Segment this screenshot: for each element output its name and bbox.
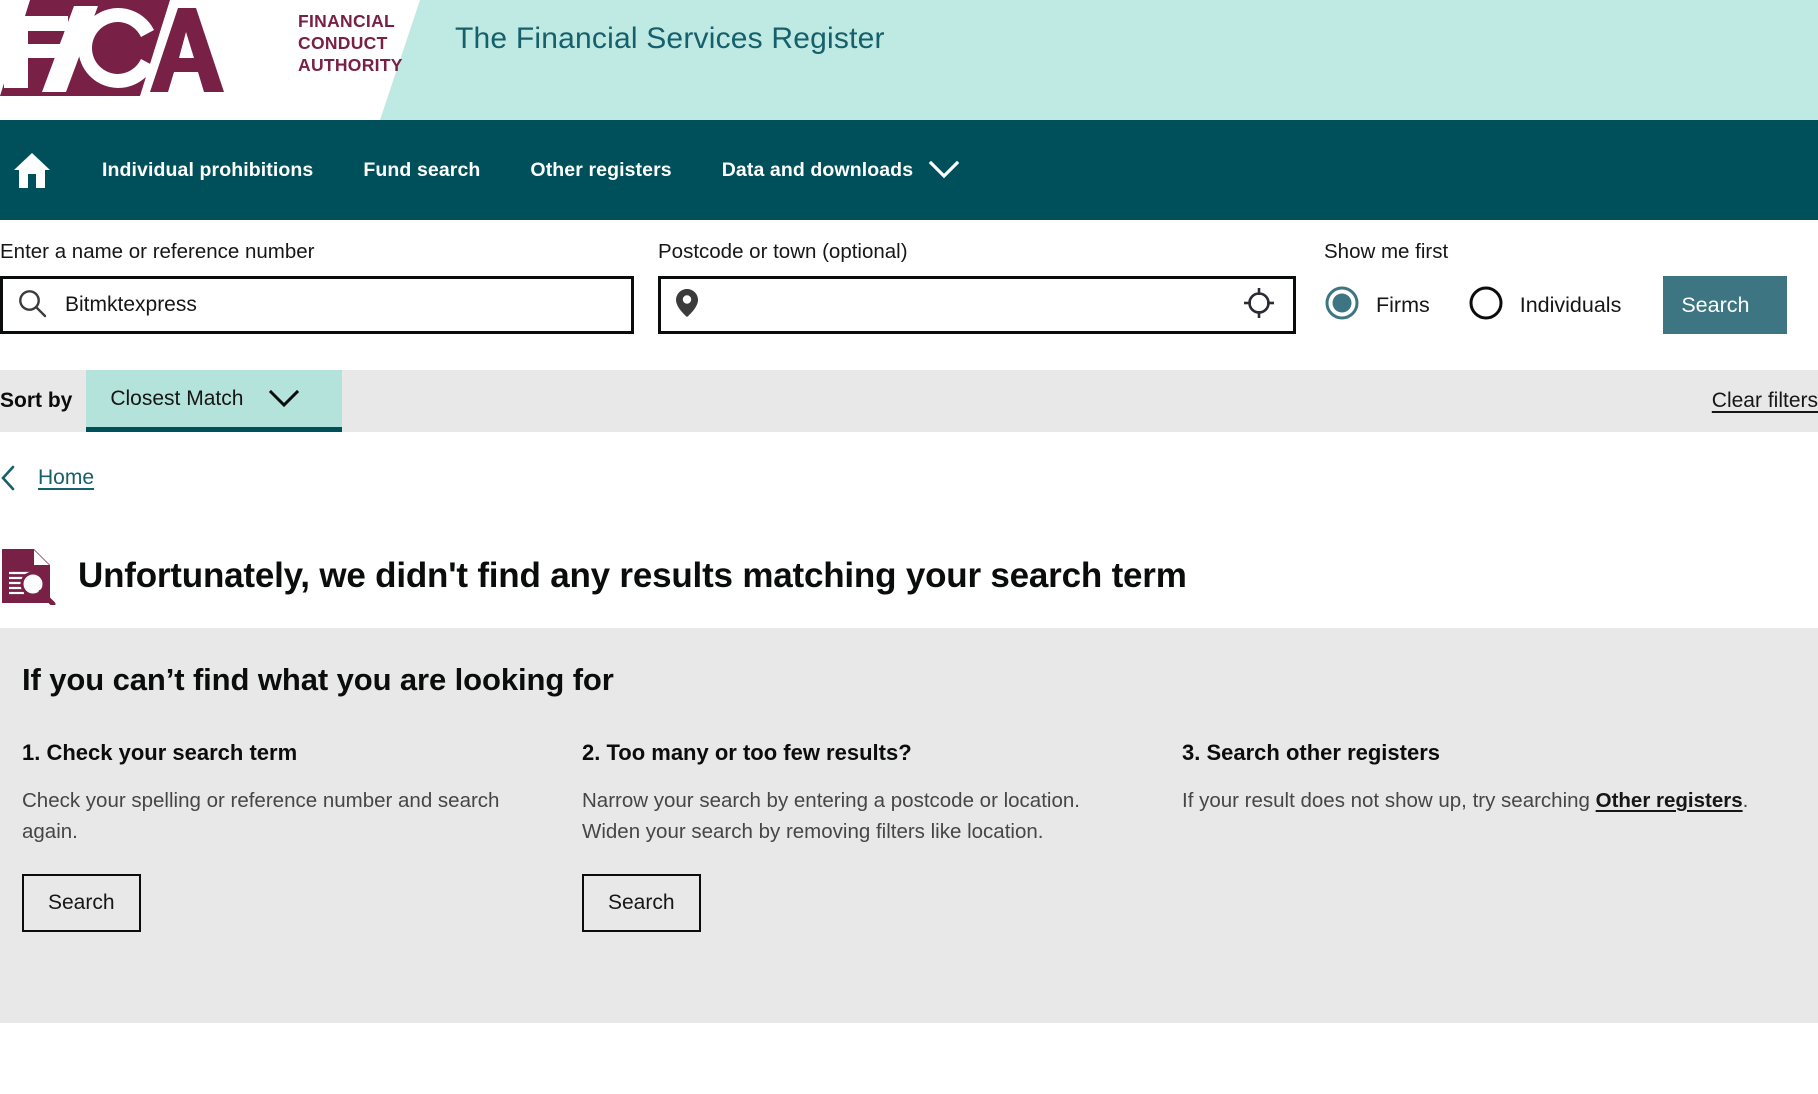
main-navigation: Individual prohibitions Fund search Othe… (0, 120, 1818, 220)
nav-item-label: Data and downloads (721, 158, 914, 181)
nav-item-data-and-downloads[interactable]: Data and downloads (721, 158, 960, 182)
map-pin-icon (675, 288, 699, 323)
radio-individuals[interactable]: Individuals (1468, 285, 1622, 326)
location-input[interactable] (658, 276, 1296, 334)
fca-logo-mark (0, 0, 224, 96)
clear-filters-link[interactable]: Clear filters (1712, 370, 1818, 432)
search-form: Enter a name or reference number Bitmkte… (0, 220, 1818, 370)
search-submit-button[interactable]: Search (1663, 276, 1788, 334)
location-field-group: Postcode or town (optional) (658, 240, 1296, 334)
sort-by-selected-value: Closest Match (110, 386, 244, 410)
help-column-2-heading: 2. Too many or too few results? (582, 740, 912, 765)
help-column-1-body: Check your spelling or reference number … (22, 789, 500, 843)
show-me-first-label: Show me first (1324, 240, 1449, 263)
sort-by-dropdown[interactable]: Closest Match (86, 370, 343, 432)
help-column-3-body-after: . (1742, 789, 1749, 812)
document-search-icon (0, 547, 56, 605)
help-column-3-heading: 3. Search other registers (1182, 740, 1441, 765)
home-icon[interactable] (4, 152, 60, 188)
help-column-2-search-button[interactable]: Search (582, 873, 701, 932)
help-column-1: 1. Check your search term Check your spe… (22, 740, 582, 932)
masthead: FINANCIAL CONDUCT AUTHORITY The Financia… (0, 0, 1818, 120)
nav-item-label: Individual prohibitions (102, 158, 314, 181)
fca-logo-wordmark: FINANCIAL CONDUCT AUTHORITY (298, 10, 403, 77)
nav-item-individual-prohibitions[interactable]: Individual prohibitions (102, 159, 313, 182)
site-title: The Financial Services Register (455, 22, 885, 55)
crosshair-icon[interactable] (1243, 287, 1275, 324)
other-registers-link[interactable]: Other registers (1596, 789, 1743, 812)
no-results-title: Unfortunately, we didn't find any result… (78, 556, 1187, 595)
masthead-tint-shape (380, 0, 1818, 120)
logo-word-authority: AUTHORITY (298, 55, 403, 76)
chevron-down-icon (929, 161, 960, 179)
sort-bar: Sort by Closest Match Clear filters (0, 370, 1818, 432)
help-panel-title: If you can’t find what you are looking f… (22, 662, 614, 697)
radio-individuals-label: Individuals (1519, 292, 1622, 317)
help-column-1-search-button[interactable]: Search (22, 873, 141, 932)
home-icon-glyph (14, 153, 50, 188)
chevron-down-icon (269, 389, 300, 408)
search-input[interactable]: Bitmktexpress (0, 276, 634, 334)
radio-selected-icon (1324, 285, 1360, 326)
nav-item-other-registers[interactable]: Other registers (530, 159, 671, 182)
radio-firms-label: Firms (1376, 292, 1430, 317)
sort-by-label: Sort by (0, 389, 73, 412)
name-field-label: Enter a name or reference number (0, 240, 315, 263)
help-panel: If you can’t find what you are looking f… (0, 628, 1818, 1023)
search-icon (17, 288, 47, 323)
no-results-heading: Unfortunately, we didn't find any result… (0, 524, 1818, 628)
help-column-1-heading: 1. Check your search term (22, 740, 298, 765)
name-field-group: Enter a name or reference number Bitmkte… (0, 240, 634, 334)
help-column-3: 3. Search other registers If your result… (1182, 740, 1782, 932)
fca-logo[interactable]: FINANCIAL CONDUCT AUTHORITY (0, 0, 403, 100)
logo-word-financial: FINANCIAL (298, 11, 395, 31)
chevron-left-icon (0, 465, 16, 491)
nav-item-label: Other registers (530, 158, 672, 181)
location-field-label: Postcode or town (optional) (658, 240, 908, 263)
nav-item-fund-search[interactable]: Fund search (363, 159, 480, 182)
nav-item-label: Fund search (363, 158, 481, 181)
show-me-first-group: Show me first Firms Individuals Search (1324, 240, 1788, 334)
help-column-3-body: If your result does not show up, try sea… (1182, 786, 1782, 817)
radio-firms[interactable]: Firms (1324, 285, 1430, 326)
breadcrumb-home-link[interactable]: Home (38, 466, 94, 490)
search-input-value: Bitmktexpress (65, 293, 197, 316)
help-column-2: 2. Too many or too few results? Narrow y… (582, 740, 1182, 932)
help-column-2-body: Narrow your search by entering a postcod… (582, 789, 1080, 843)
breadcrumb: Home (0, 432, 1818, 524)
logo-word-conduct: CONDUCT (298, 33, 388, 54)
radio-unselected-icon (1468, 285, 1504, 326)
help-column-3-body-before: If your result does not show up, try sea… (1182, 789, 1596, 812)
